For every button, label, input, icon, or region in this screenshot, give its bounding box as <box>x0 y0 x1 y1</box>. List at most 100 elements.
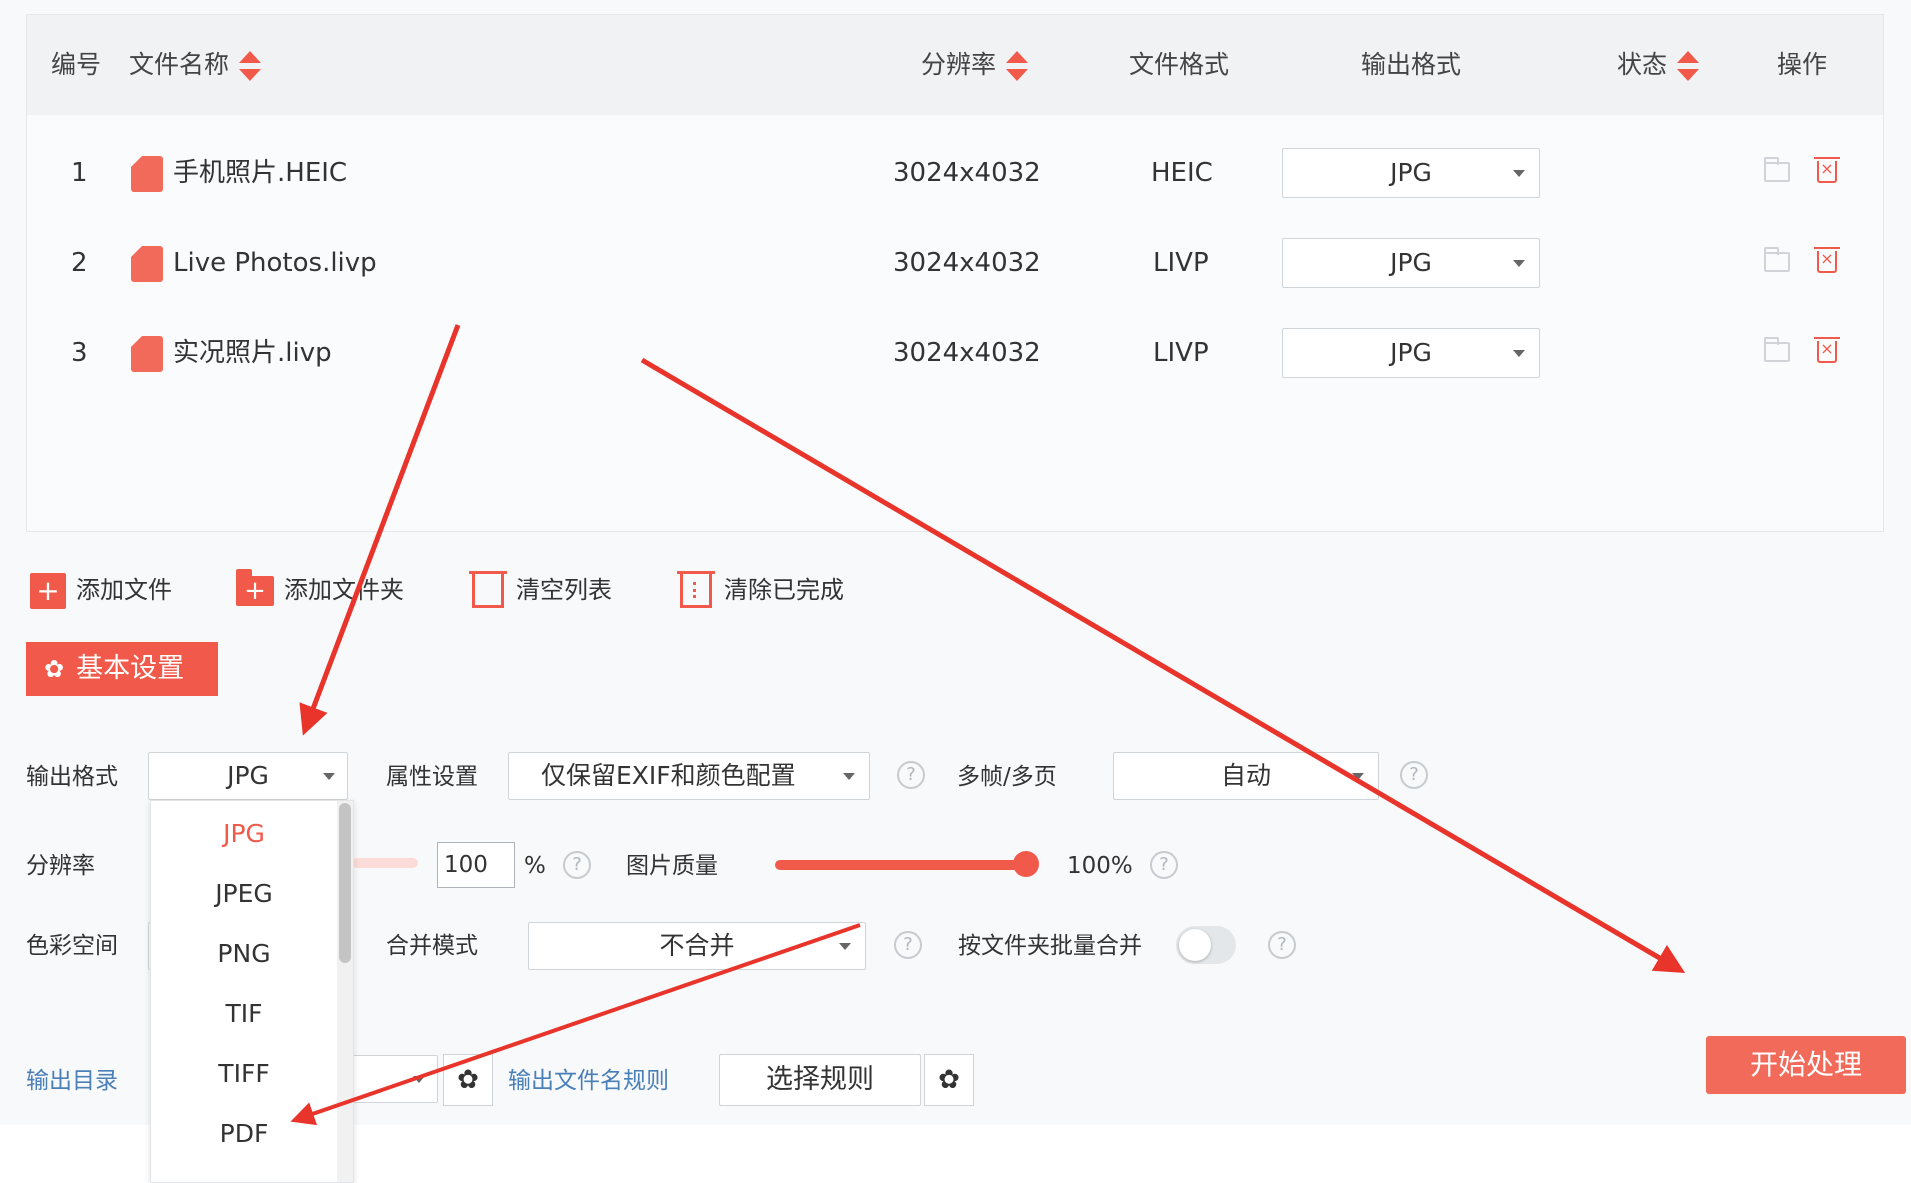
row-output-select[interactable]: JPG <box>1282 148 1540 198</box>
help-icon[interactable]: ? <box>563 851 591 879</box>
row-format: HEIC <box>1151 158 1213 188</box>
gear-icon: ✿ <box>44 655 65 683</box>
quality-slider-handle[interactable] <box>1013 851 1039 877</box>
output-format-value: JPG <box>227 761 269 790</box>
filename-rule-link[interactable]: 输出文件名规则 <box>508 1056 669 1106</box>
output-format-dropdown: JPG JPEG PNG TIF TIFF PDF <box>150 800 354 1183</box>
file-icon <box>131 156 163 192</box>
row-filename: 实况照片.livp <box>173 338 332 368</box>
file-table: 编号 文件名称 分辨率 文件格式 输出格式 状态 操作 1 手机照片.HEIC … <box>26 14 1884 532</box>
batch-merge-toggle[interactable] <box>1176 926 1236 964</box>
row-resolution: 3024x4032 <box>893 158 1041 188</box>
row-num: 2 <box>71 248 88 278</box>
table-row[interactable]: 2 Live Photos.livp 3024x4032 LIVP JPG <box>27 218 1883 308</box>
start-process-button[interactable]: 开始处理 <box>1706 1036 1906 1094</box>
output-dir-select[interactable] <box>352 1055 438 1103</box>
add-folder-label: 添加文件夹 <box>284 576 404 604</box>
header-resolution-label: 分辨率 <box>921 50 997 79</box>
row-filename: 手机照片.HEIC <box>173 158 348 188</box>
gear-icon: ✿ <box>938 1065 960 1095</box>
dropdown-scroll-thumb[interactable] <box>339 803 351 963</box>
file-icon <box>131 336 163 372</box>
header-num: 编号 <box>51 50 102 79</box>
dropdown-option-png[interactable]: PNG <box>151 924 337 984</box>
header-resolution[interactable]: 分辨率 <box>921 15 1029 115</box>
header-status-label: 状态 <box>1617 50 1668 79</box>
output-dir-link[interactable]: 输出目录 <box>26 1056 118 1106</box>
dropdown-option-tif[interactable]: TIF <box>151 984 337 1044</box>
dropdown-option-jpg[interactable]: JPG <box>151 804 337 864</box>
row-resolution: 3024x4032 <box>893 248 1041 278</box>
dropdown-option-jpeg[interactable]: JPEG <box>151 864 337 924</box>
dropdown-option-pdf[interactable]: PDF <box>151 1104 337 1164</box>
row-output-select[interactable]: JPG <box>1282 328 1540 378</box>
percent-unit: % <box>524 853 546 879</box>
add-folder-icon: + <box>236 569 274 606</box>
help-icon[interactable]: ? <box>1268 931 1296 959</box>
row-output-value: JPG <box>1390 248 1432 277</box>
basic-settings-tab[interactable]: ✿ 基本设置 <box>26 642 218 696</box>
add-file-button[interactable]: + 添加文件 <box>30 568 172 612</box>
sort-icon[interactable] <box>239 51 262 81</box>
clear-done-label: 清除已完成 <box>724 576 844 604</box>
quality-slider-track[interactable] <box>775 860 1025 870</box>
caret-down-icon <box>1513 350 1525 357</box>
header-name[interactable]: 文件名称 <box>129 15 262 115</box>
table-row[interactable]: 1 手机照片.HEIC 3024x4032 HEIC JPG <box>27 128 1883 218</box>
quality-label: 图片质量 <box>626 853 718 879</box>
rule-settings-button[interactable]: ✿ <box>924 1054 974 1106</box>
resolution-label: 分辨率 <box>26 853 95 879</box>
resolution-input[interactable]: 100 <box>437 842 515 888</box>
add-folder-button[interactable]: + 添加文件夹 <box>236 568 404 612</box>
help-icon[interactable]: ? <box>894 931 922 959</box>
merge-mode-select[interactable]: 不合并 <box>528 922 866 970</box>
attr-setting-value: 仅保留EXIF和颜色配置 <box>541 761 796 790</box>
row-resolution: 3024x4032 <box>893 338 1041 368</box>
table-header: 编号 文件名称 分辨率 文件格式 输出格式 状态 操作 <box>27 15 1883 115</box>
folder-icon[interactable] <box>1764 157 1790 182</box>
clear-list-label: 清空列表 <box>516 576 612 604</box>
row-output-value: JPG <box>1390 338 1432 367</box>
multiframe-value: 自动 <box>1220 761 1271 790</box>
help-icon[interactable]: ? <box>1150 851 1178 879</box>
output-format-label: 输出格式 <box>26 764 118 790</box>
sort-icon[interactable] <box>1677 51 1700 81</box>
attr-setting-select[interactable]: 仅保留EXIF和颜色配置 <box>508 752 870 800</box>
folder-icon[interactable] <box>1764 337 1790 362</box>
sort-icon[interactable] <box>1006 51 1029 81</box>
row-format: LIVP <box>1153 248 1209 278</box>
attr-setting-label: 属性设置 <box>386 764 478 790</box>
delete-icon[interactable] <box>1814 157 1840 183</box>
delete-icon[interactable] <box>1814 247 1840 273</box>
help-icon[interactable]: ? <box>897 761 925 789</box>
gear-icon: ✿ <box>457 1065 479 1095</box>
delete-icon[interactable] <box>1814 337 1840 363</box>
clear-list-button[interactable]: 清空列表 <box>469 568 612 612</box>
help-icon[interactable]: ? <box>1400 761 1428 789</box>
caret-down-icon <box>1513 260 1525 267</box>
table-row[interactable]: 3 实况照片.livp 3024x4032 LIVP JPG <box>27 308 1883 398</box>
header-output: 输出格式 <box>1361 50 1462 79</box>
trash-icon <box>469 571 507 608</box>
multiframe-select[interactable]: 自动 <box>1113 752 1379 800</box>
dropdown-option-tiff[interactable]: TIFF <box>151 1044 337 1104</box>
caret-down-icon <box>323 773 335 780</box>
basic-settings-label: 基本设置 <box>76 653 185 684</box>
choose-rule-button[interactable]: 选择规则 <box>719 1054 921 1106</box>
merge-mode-value: 不合并 <box>659 931 735 960</box>
color-space-label: 色彩空间 <box>26 933 118 959</box>
row-output-value: JPG <box>1390 158 1432 187</box>
output-dir-settings-button[interactable]: ✿ <box>443 1054 493 1106</box>
clear-done-button[interactable]: 清除已完成 <box>677 568 844 612</box>
caret-down-icon <box>413 1076 425 1083</box>
header-ops: 操作 <box>1777 50 1828 79</box>
header-status[interactable]: 状态 <box>1617 15 1700 115</box>
trash-list-icon <box>677 571 715 608</box>
output-format-select[interactable]: JPG <box>148 752 348 800</box>
header-format: 文件格式 <box>1129 50 1230 79</box>
resolution-slider-track[interactable] <box>352 858 418 868</box>
caret-down-icon <box>839 943 851 950</box>
row-output-select[interactable]: JPG <box>1282 238 1540 288</box>
folder-icon[interactable] <box>1764 247 1790 272</box>
row-format: LIVP <box>1153 338 1209 368</box>
